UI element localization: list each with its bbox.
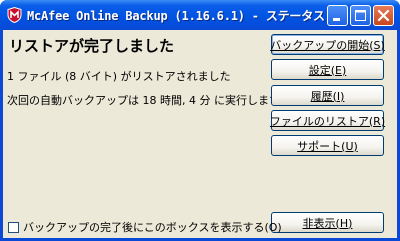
start-backup-button[interactable]: バックアップの開始(S) <box>270 34 385 55</box>
client-area: リストアが完了しました 1 ファイル (8 バイト) がリストアされました 次回… <box>3 30 397 238</box>
mcafee-shield-icon[interactable] <box>7 6 22 24</box>
files-restored-text: 1 ファイル (8 バイト) がリストアされました <box>7 70 231 83</box>
history-label: 履歴(I) <box>310 89 345 103</box>
status-window: McAfee Online Backup (1.16.6.1) - ステータス … <box>0 0 400 241</box>
settings-label: 設定(E) <box>308 63 347 77</box>
maximize-icon <box>355 10 366 21</box>
restore-files-button[interactable]: ファイルのリストア(R) <box>269 110 386 131</box>
hide-label: 非表示(H) <box>302 216 353 230</box>
support-label: サポート(U) <box>297 139 358 153</box>
settings-button[interactable]: 設定(E) <box>271 59 384 80</box>
close-button[interactable] <box>373 5 394 26</box>
next-backup-text: 次回の自動バックアップは 18 時間, 4 分 に実行します <box>7 94 280 107</box>
restore-files-label: ファイルのリストア(R) <box>269 114 386 128</box>
show-after-backup-checkbox[interactable] <box>8 221 19 233</box>
start-backup-label: バックアップの開始(S) <box>270 38 385 52</box>
show-after-backup-label[interactable]: バックアップの完了後にこのボックスを表示する(O) <box>23 219 282 235</box>
minimize-icon <box>333 18 340 21</box>
window-title: McAfee Online Backup (1.16.6.1) - ステータス <box>27 9 325 23</box>
hide-button[interactable]: 非表示(H) <box>271 212 384 233</box>
support-button[interactable]: サポート(U) <box>271 135 384 156</box>
history-button[interactable]: 履歴(I) <box>271 85 384 106</box>
title-bar[interactable]: McAfee Online Backup (1.16.6.1) - ステータス <box>0 0 400 30</box>
status-heading: リストアが完了しました <box>9 37 175 55</box>
close-icon <box>377 9 390 22</box>
show-after-backup-option[interactable]: バックアップの完了後にこのボックスを表示する(O) <box>8 220 282 234</box>
maximize-button[interactable] <box>350 5 371 26</box>
minimize-button[interactable] <box>327 5 348 26</box>
